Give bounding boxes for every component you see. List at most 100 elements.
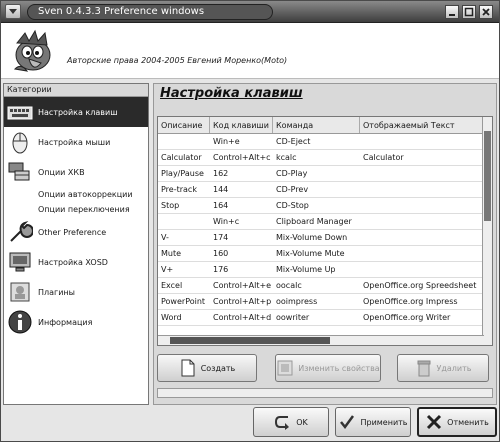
column-header[interactable]: Описание	[158, 117, 210, 133]
minimize-icon	[449, 14, 455, 16]
parrot-logo-icon	[13, 29, 51, 72]
apply-button[interactable]: Применить	[335, 407, 411, 437]
delete-button[interactable]: Удалить	[397, 354, 489, 382]
table-cell: Win+e	[213, 137, 240, 146]
table-cell: CD-Eject	[276, 137, 311, 146]
sidebar-item-label: Other Preference	[38, 227, 107, 237]
table-cell: Word	[161, 313, 182, 322]
hotkey-table[interactable]: Описание Код клавиши Команда Отображаемы…	[157, 116, 493, 346]
column-header[interactable]: Отображаемый Текст	[360, 117, 484, 133]
table-cell: V-	[161, 233, 169, 242]
sidebar-item-xosd[interactable]: Настройка XOSD	[4, 247, 148, 277]
table-cell: CD-Stop	[276, 201, 309, 210]
table-cell: V+	[161, 265, 174, 274]
table-cell: Control+Alt+d	[213, 313, 272, 322]
new-document-icon	[181, 359, 195, 377]
column-header[interactable]: Команда	[273, 117, 360, 133]
table-vertical-scrollbar[interactable]	[482, 117, 492, 345]
table-row[interactable]: Pre-track 144 CD-Prev	[158, 182, 492, 198]
table-horizontal-scrollbar[interactable]	[158, 335, 484, 345]
table-cell: Stop	[161, 201, 180, 210]
table-cell: Calculator	[363, 153, 404, 162]
scroll-thumb[interactable]	[170, 337, 330, 344]
wrench-icon	[10, 221, 33, 242]
sidebar-item-autocorrect[interactable]: Опции автокоррекции	[4, 187, 148, 202]
monitor-icon	[9, 252, 31, 272]
dialog-footer: OK Применить Отменить	[1, 405, 499, 441]
table-cell: 174	[213, 233, 229, 242]
window-title: Sven 0.4.3.3 Preference windows	[27, 4, 273, 20]
create-button[interactable]: Создать	[157, 354, 257, 382]
table-cell: Mute	[161, 249, 182, 258]
sidebar-item-label: Опции ХКВ	[38, 167, 85, 177]
table-cell	[360, 214, 484, 229]
sidebar-item-other[interactable]: Other Preference	[4, 217, 148, 247]
table-cell	[360, 182, 484, 197]
page-title: Настройка клавиш	[160, 86, 303, 101]
table-row[interactable]: V- 174 Mix-Volume Down	[158, 230, 492, 246]
table-cell	[360, 134, 484, 149]
sidebar-item-plugins[interactable]: Плагины	[4, 277, 148, 307]
table-row[interactable]: PowerPoint Control+Alt+p ooimpress OpenOffi…	[158, 294, 492, 310]
table-row[interactable]: Win+c Clipboard Manager	[158, 214, 492, 230]
table-row[interactable]: Stop 164 CD-Stop	[158, 198, 492, 214]
table-row[interactable]: Play/Pause 162 CD-Play	[158, 166, 492, 182]
trash-icon	[417, 360, 430, 377]
sidebar-item-switch[interactable]: Опции переключения	[4, 202, 148, 217]
table-cell: Clipboard Manager	[276, 217, 352, 226]
cancel-button[interactable]: Отменить	[417, 407, 497, 437]
sidebar-item-label: Информация	[38, 317, 93, 327]
action-buttons: Создать Изменить свойства Удалить	[157, 354, 493, 384]
table-cell: ooimpress	[276, 297, 318, 306]
keyboard-icon	[7, 106, 33, 120]
cancel-icon	[427, 414, 442, 430]
maximize-button[interactable]	[462, 5, 476, 19]
table-cell: CD-Play	[276, 169, 308, 178]
table-cell: Control+Alt+p	[213, 297, 272, 306]
table-header: Описание Код клавиши Команда Отображаемы…	[158, 117, 492, 134]
edit-properties-button[interactable]: Изменить свойства	[275, 354, 381, 382]
sidebar-item-label: Настройка XOSD	[38, 257, 108, 267]
plugin-icon	[10, 282, 30, 302]
category-sidebar: Категории Настройка клавиш Настройка мыш…	[3, 83, 149, 405]
window-menu-icon	[9, 9, 17, 14]
ok-button[interactable]: OK	[253, 407, 329, 437]
table-row[interactable]: Win+e CD-Eject	[158, 134, 492, 150]
scroll-thumb[interactable]	[484, 131, 491, 221]
table-cell: 162	[213, 169, 229, 178]
properties-icon	[277, 360, 293, 376]
minimize-button[interactable]	[445, 5, 459, 19]
sidebar-item-label: Плагины	[38, 287, 75, 297]
table-cell: 164	[213, 201, 229, 210]
title-bar[interactable]: Sven 0.4.3.3 Preference windows	[1, 1, 499, 23]
preference-window: Sven 0.4.3.3 Preference windows Авторски…	[0, 0, 500, 442]
sidebar-item-info[interactable]: Информация	[4, 307, 148, 337]
sidebar-item-xkb[interactable]: Опции ХКВ	[4, 157, 148, 187]
table-row[interactable]: Excel Control+Alt+e oocalc OpenOffice.org S…	[158, 278, 492, 294]
table-cell: Mix-Volume Up	[276, 265, 336, 274]
sidebar-heading: Категории	[4, 84, 148, 97]
close-window-button[interactable]	[479, 5, 493, 19]
panel-horizontal-scrollbar[interactable]	[157, 388, 493, 398]
table-cell: oocalc	[276, 281, 302, 290]
window-menu-button[interactable]	[5, 4, 21, 19]
table-row[interactable]: Mute 160 Mix-Volume Mute	[158, 246, 492, 262]
column-header[interactable]: Код клавиши	[210, 117, 273, 133]
table-cell: CD-Prev	[276, 185, 309, 194]
table-cell: kcalc	[276, 153, 297, 162]
table-cell	[360, 246, 484, 261]
table-row[interactable]: Calculator Control+Alt+c kcalc Calculator	[158, 150, 492, 166]
info-icon	[8, 310, 32, 334]
table-cell: Pre-track	[161, 185, 197, 194]
table-cell	[360, 166, 484, 181]
sidebar-item-keyboard[interactable]: Настройка клавиш	[4, 97, 148, 127]
sidebar-item-mouse[interactable]: Настройка мыши	[4, 127, 148, 157]
copyright-text: Авторские права 2004-2005 Евгений Моренк…	[67, 56, 288, 65]
table-row[interactable]: Word Control+Alt+d oowriter OpenOffice.org …	[158, 310, 492, 326]
cancel-button-label: Отменить	[447, 417, 489, 427]
table-cell: OpenOffice.org Writer	[363, 313, 451, 322]
table-row[interactable]: V+ 176 Mix-Volume Up	[158, 262, 492, 278]
table-cell: Mix-Volume Mute	[276, 249, 345, 258]
table-cell: OpenOffice.org Impress	[363, 297, 458, 306]
table-cell	[360, 262, 484, 277]
